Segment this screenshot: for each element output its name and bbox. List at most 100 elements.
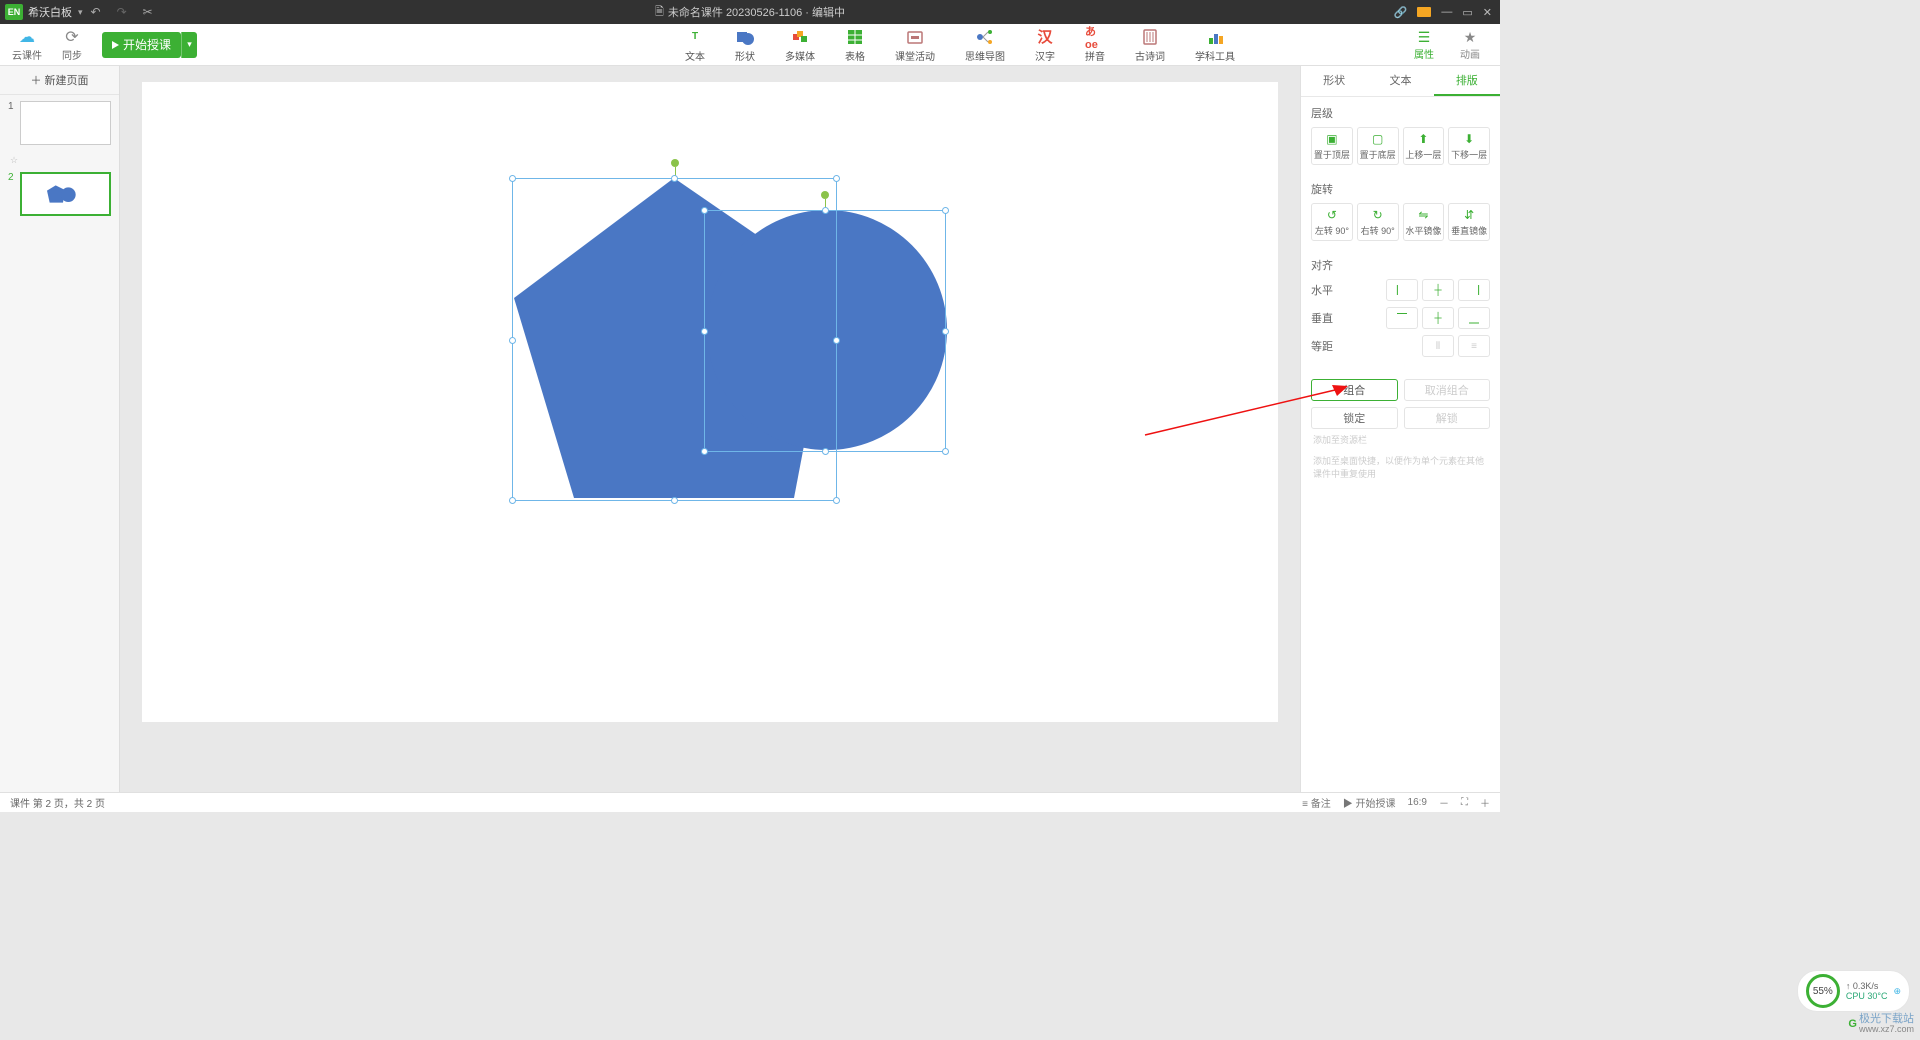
rotate-left-button[interactable]: ↺左转 90° [1311,203,1353,241]
top-toolbar: ☁ 云课件 ⟳ 同步 开始授课 ▾ T文本 形状 多媒体 表格 课堂活动 思维导… [0,24,1500,66]
cloud-courseware[interactable]: ☁ 云课件 [12,27,42,62]
group-button[interactable]: 组合 [1311,379,1398,401]
rotate-left-icon: ↺ [1327,208,1337,222]
start-class-dropdown[interactable]: ▾ [181,32,197,58]
align-right-button[interactable]: ⎹ [1458,279,1490,301]
move-up-button[interactable]: ⬆上移一层 [1403,127,1445,165]
notes-button[interactable]: ≡ 备注 [1302,795,1331,810]
resize-handle[interactable] [701,448,708,455]
flip-horizontal-button[interactable]: ⇋水平镜像 [1403,203,1445,241]
resize-handle[interactable] [701,328,708,335]
new-page-button[interactable]: ＋ 新建页面 [0,66,119,95]
align-title: 对齐 [1311,257,1490,273]
cloud-label: 云课件 [12,47,42,62]
tool-shape[interactable]: 形状 [735,27,755,63]
tool-multimedia[interactable]: 多媒体 [785,27,815,63]
properties-tab[interactable]: ☰属性 [1414,29,1434,61]
resize-handle[interactable] [509,497,516,504]
start-class-button[interactable]: 开始授课 [102,32,181,58]
align-middle-button[interactable]: ┼ [1422,307,1454,329]
undo-icon[interactable]: ↶ [91,5,101,19]
send-to-back-button[interactable]: ▢置于底层 [1357,127,1399,165]
animation-icon: ★ [1464,29,1477,46]
tab-layout[interactable]: 排版 [1434,66,1500,96]
tool-poem[interactable]: 古诗词 [1135,27,1165,63]
lock-button[interactable]: 锁定 [1311,407,1398,429]
zoom-out-button[interactable]: － [1439,795,1449,810]
performance-widget[interactable]: 55% ↑ 0.3K/s CPU 30°C ⊕ [1797,970,1910,1012]
tool-activity[interactable]: 课堂活动 [895,27,935,63]
resize-handle[interactable] [671,497,678,504]
tool-table[interactable]: 表格 [845,27,865,63]
tool-subject[interactable]: 学科工具 [1195,27,1235,63]
resize-handle[interactable] [942,328,949,335]
flip-v-icon: ⇵ [1464,208,1474,222]
zoom-in-button[interactable]: ＋ [1480,795,1490,810]
canvas-stage[interactable] [120,66,1300,792]
canvas[interactable] [142,82,1278,722]
distribute-h-button[interactable]: ⫴ [1422,335,1454,357]
star-icon[interactable]: ☆ [10,155,18,166]
rotate-title: 旋转 [1311,181,1490,197]
resize-handle[interactable] [942,207,949,214]
slide-thumb-2 [20,172,111,216]
start-class-status-button[interactable]: ▶ 开始授课 [1343,795,1396,810]
properties-icon: ☰ [1418,29,1431,46]
align-left-button[interactable]: ⎸ [1386,279,1418,301]
fit-button[interactable]: ⛶ [1461,797,1468,808]
align-bottom-button[interactable]: ⎽ [1458,307,1490,329]
slide-2[interactable]: 2 [0,166,119,222]
sync-button[interactable]: ⟳ 同步 [62,27,82,62]
resize-handle[interactable] [701,207,708,214]
resize-handle[interactable] [509,337,516,344]
resize-handle[interactable] [833,497,840,504]
subject-icon [1205,27,1225,47]
minimize-icon[interactable]: — [1441,6,1452,18]
tool-hanzi[interactable]: 汉汉字 [1035,27,1055,63]
resize-handle[interactable] [509,175,516,182]
poem-icon [1140,27,1160,47]
bring-to-front-button[interactable]: ▣置于顶层 [1311,127,1353,165]
cpu-temp: CPU 30°C [1846,991,1888,1001]
aspect-ratio-button[interactable]: 16:9 [1408,797,1427,808]
ungroup-button[interactable]: 取消组合 [1404,379,1491,401]
flip-vertical-button[interactable]: ⇵垂直镜像 [1448,203,1490,241]
animation-tab[interactable]: ★动画 [1460,29,1480,61]
unlock-button[interactable]: 解锁 [1404,407,1491,429]
resize-handle[interactable] [822,207,829,214]
tool-text[interactable]: T文本 [685,27,705,63]
tool-pinyin[interactable]: あoe拼音 [1085,27,1105,63]
distribute-label: 等距 [1311,338,1333,354]
align-center-button[interactable]: ┼ [1422,279,1454,301]
tab-text[interactable]: 文本 [1367,66,1433,96]
rotation-handle[interactable] [671,159,679,167]
resize-handle[interactable] [822,448,829,455]
tab-shape[interactable]: 形状 [1301,66,1367,96]
share-icon[interactable]: 🔗 [1394,6,1408,19]
app-dropdown-icon[interactable]: ▾ [78,7,83,18]
hint-add-resource: 添加至资源栏 [1311,429,1490,450]
cut-icon[interactable]: ✂ [143,5,153,19]
resize-handle[interactable] [942,448,949,455]
main-area: ＋ 新建页面 1 ☆ 2 [0,66,1500,792]
expand-perf-icon[interactable]: ⊕ [1893,986,1901,997]
maximize-icon[interactable]: ▭ [1462,6,1472,19]
watermark-icon: G [1848,1018,1857,1030]
tool-mindmap[interactable]: 思维导图 [965,27,1005,63]
rotation-handle[interactable] [821,191,829,199]
table-icon [845,27,865,47]
move-down-button[interactable]: ⬇下移一层 [1448,127,1490,165]
down-icon: ⬇ [1464,132,1474,146]
close-icon[interactable]: ✕ [1483,6,1492,19]
rotate-right-button[interactable]: ↻右转 90° [1357,203,1399,241]
distribute-v-button[interactable]: ≡ [1458,335,1490,357]
resize-handle[interactable] [671,175,678,182]
start-class-label: 开始授课 [123,36,171,53]
resize-handle[interactable] [833,175,840,182]
redo-icon[interactable]: ↷ [117,5,127,19]
align-top-button[interactable]: ⎺ [1386,307,1418,329]
slide-1[interactable]: 1 [0,95,119,151]
mail-icon[interactable] [1417,7,1431,17]
layer-title: 层级 [1311,105,1490,121]
slide-thumb-1 [20,101,111,145]
